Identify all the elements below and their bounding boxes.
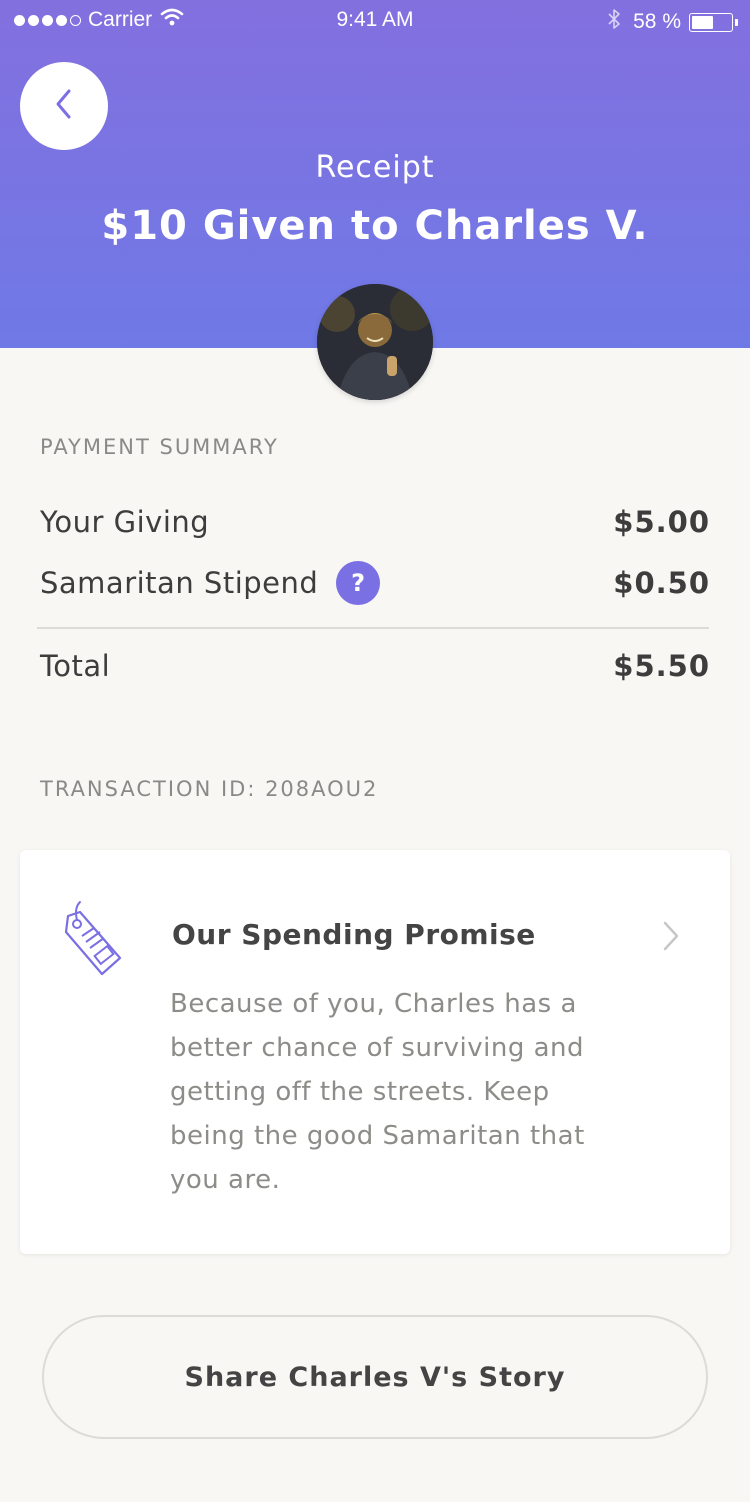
total-label: Total <box>40 649 111 683</box>
giving-label: Your Giving <box>40 505 210 539</box>
promise-title: Our Spending Promise <box>172 918 536 951</box>
chevron-left-icon <box>54 88 74 124</box>
giving-amount: $5.00 <box>613 505 710 539</box>
summary-divider <box>37 627 709 629</box>
total-row: Total $5.50 <box>40 649 710 683</box>
battery-area: 58 % <box>607 8 738 36</box>
receipt-label: Receipt <box>315 150 435 185</box>
avatar <box>317 284 433 400</box>
payment-summary-heading: PAYMENT SUMMARY <box>40 435 279 459</box>
stipend-label: Samaritan Stipend <box>40 566 319 600</box>
battery-icon <box>689 12 733 32</box>
price-tag-icon <box>60 900 130 984</box>
receipt-title: $10 Given to Charles V. <box>101 203 649 249</box>
status-bar: Carrier 9:41 AM 58 % <box>0 0 750 40</box>
battery-level <box>692 15 713 29</box>
battery-tip <box>735 18 738 26</box>
stipend-amount: $0.50 <box>613 566 710 600</box>
bluetooth-icon <box>607 8 621 36</box>
total-amount: $5.50 <box>613 649 710 683</box>
battery-percent: 58 % <box>633 10 681 33</box>
share-story-button[interactable]: Share Charles V's Story <box>42 1315 708 1439</box>
spending-promise-card[interactable]: Our Spending Promise Because of you, Cha… <box>20 850 730 1254</box>
chevron-right-icon <box>660 920 682 956</box>
promise-body: Because of you, Charles has a better cha… <box>170 989 585 1195</box>
giving-row: Your Giving $5.00 <box>40 505 710 539</box>
stipend-row: Samaritan Stipend ? $0.50 <box>40 561 710 605</box>
stipend-label-group: Samaritan Stipend ? <box>40 561 381 605</box>
help-button[interactable]: ? <box>336 561 381 605</box>
transaction-id: TRANSACTION ID: 208AOU2 <box>40 777 379 801</box>
back-button[interactable] <box>20 62 108 150</box>
